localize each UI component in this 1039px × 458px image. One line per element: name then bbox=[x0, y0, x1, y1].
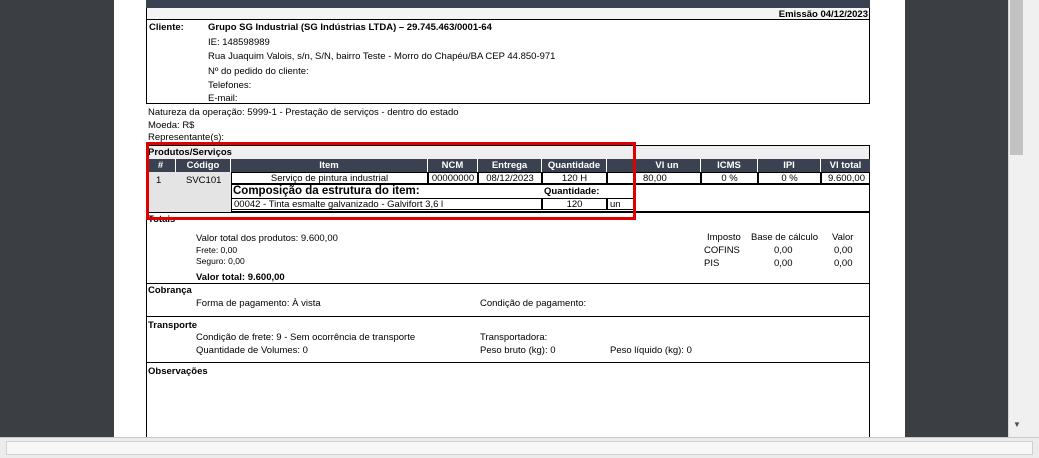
freight-value: Frete: 0,00 bbox=[196, 245, 238, 255]
row-vl-un: 80,00 bbox=[634, 172, 701, 184]
vertical-scrollbar[interactable]: ▼ bbox=[1008, 0, 1039, 437]
horizontal-scroll-track[interactable] bbox=[6, 441, 1033, 455]
tax-base: 0,00 bbox=[774, 258, 793, 269]
client-address: Rua Juaquim Valois, s/n, S/N, bairro Tes… bbox=[208, 51, 556, 62]
triangle-down-icon[interactable]: ▼ bbox=[1013, 421, 1021, 429]
grand-total: Valor total: 9.600,00 bbox=[196, 272, 285, 283]
tax-name: COFINS bbox=[704, 245, 740, 256]
scroll-thumb[interactable] bbox=[1010, 0, 1023, 155]
payment-method: Forma de pagamento: À vista bbox=[196, 298, 321, 309]
col-header-icms: ICMS bbox=[701, 159, 758, 172]
client-phones: Telefones: bbox=[208, 80, 252, 91]
tax-base: 0,00 bbox=[774, 245, 793, 256]
total-products: Valor total dos produtos: 9.600,00 bbox=[196, 233, 338, 244]
top-band bbox=[146, 0, 870, 8]
tax-header-imposto: Imposto bbox=[707, 232, 741, 243]
client-ie: IE: 148598989 bbox=[208, 37, 270, 48]
billing-title: Cobrança bbox=[148, 285, 192, 296]
row-icms: 0 % bbox=[701, 172, 758, 184]
currency: Moeda: R$ bbox=[148, 120, 195, 131]
client-email: E-mail: bbox=[208, 93, 238, 104]
gross-weight: Peso bruto (kg): 0 bbox=[480, 345, 556, 356]
row-ipi: 0 % bbox=[758, 172, 821, 184]
pdf-viewer: Emissão 04/12/2023 Cliente: Grupo SG Ind… bbox=[0, 0, 1039, 458]
tax-header-base: Base de cálculo bbox=[751, 232, 819, 243]
tax-name: PIS bbox=[704, 258, 720, 269]
viewer-gutter bbox=[905, 0, 1008, 437]
col-header-vl-un: Vl un bbox=[634, 159, 701, 172]
col-header-vl-total: Vl total bbox=[821, 159, 870, 172]
tax-header-valor: Valor bbox=[832, 232, 854, 243]
payment-condition: Condição de pagamento: bbox=[480, 298, 587, 309]
horizontal-scrollbar[interactable] bbox=[0, 437, 1039, 458]
insurance-value: Seguro: 0,00 bbox=[196, 256, 245, 266]
row-vl-total: 9.600,00 bbox=[821, 172, 870, 184]
net-weight: Peso líquido (kg): 0 bbox=[610, 345, 692, 356]
notes-block bbox=[146, 362, 870, 437]
tax-value: 0,00 bbox=[834, 245, 853, 256]
notes-title: Observações bbox=[148, 366, 208, 377]
volume-count: Quantidade de Volumes: 0 bbox=[196, 345, 308, 356]
client-label: Cliente: bbox=[149, 22, 184, 33]
transport-title: Transporte bbox=[148, 320, 198, 331]
carrier: Transportadora: bbox=[480, 332, 548, 343]
col-header-ipi: IPI bbox=[758, 159, 821, 172]
client-order-number: Nº do pedido do cliente: bbox=[208, 66, 309, 77]
client-name: Grupo SG Industrial (SG Indústrias LTDA)… bbox=[208, 22, 492, 33]
highlight-annotation bbox=[146, 142, 636, 220]
operation-nature: Natureza da operação: 5999-1 - Prestação… bbox=[148, 107, 459, 118]
freight-condition: Condição de frete: 9 - Sem ocorrência de… bbox=[196, 332, 416, 343]
tax-value: 0,00 bbox=[834, 258, 853, 269]
